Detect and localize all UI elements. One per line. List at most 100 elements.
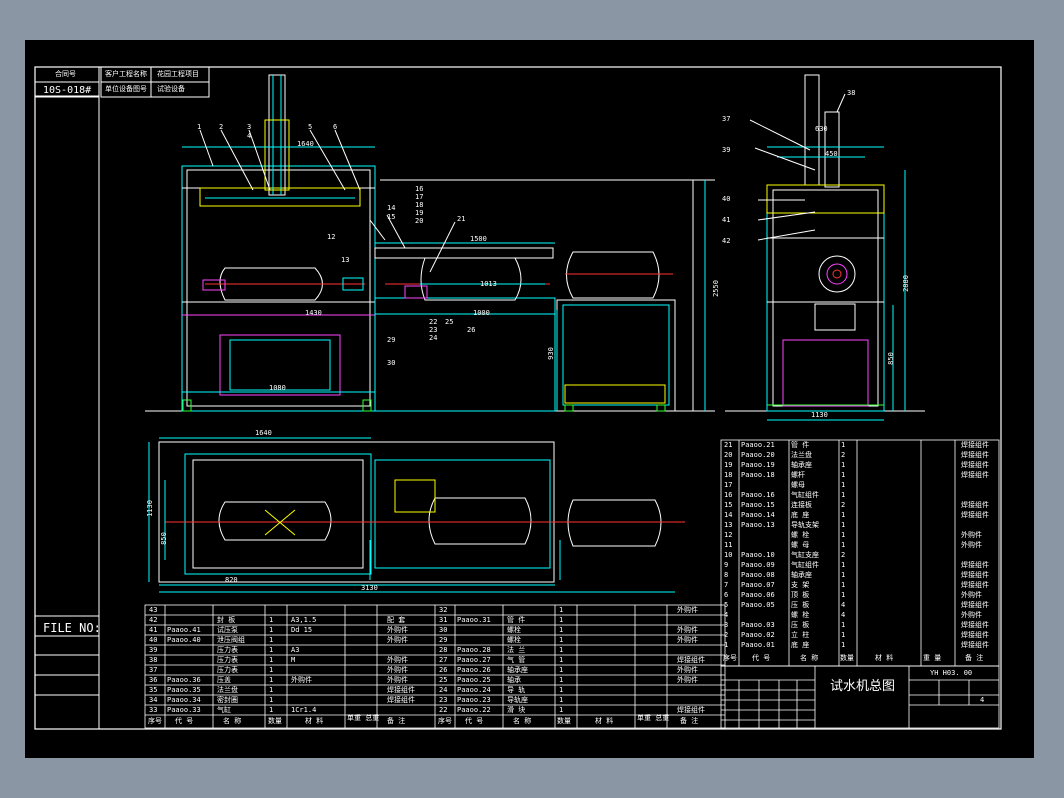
bom-row-code: Paaoo.40	[167, 636, 201, 644]
bom-row-material: A3,1.5	[291, 616, 317, 624]
bom-row-qty: 1	[841, 571, 846, 579]
bom-row-qty: 1	[841, 521, 846, 529]
bom-row-qty: 4	[841, 611, 846, 619]
dim-plan-width: 1640	[255, 429, 272, 437]
bom-row-qty: 1	[559, 706, 564, 714]
bom-row-material: A3	[291, 646, 300, 654]
bom-row-note: 外购件	[961, 531, 982, 539]
callout: 23	[429, 326, 438, 334]
cad-drawing	[34, 66, 1002, 730]
bom-row-name: 泄压阀组	[217, 636, 245, 644]
dim-plan-side-1: 1130	[145, 500, 154, 517]
bom-row-name: 滑 块	[507, 706, 526, 714]
bom-row-qty: 1	[559, 656, 564, 664]
bom-row-code: Paaoo.03	[741, 621, 775, 629]
bom-row-no: 14	[724, 511, 733, 519]
bom-row-note: 外购件	[677, 666, 698, 674]
bom-row-note: 外购件	[961, 591, 982, 599]
bom-row-name: 导轨座	[507, 696, 528, 704]
bom-row-name: 轴承座	[791, 461, 812, 469]
bom-row-no: 26	[439, 666, 448, 674]
bom-row-name: 螺杆	[791, 471, 805, 479]
callout: 6	[333, 123, 338, 131]
bom-row-qty: 2	[841, 501, 846, 509]
bom-row-name: 底 座	[791, 641, 810, 649]
bom-row-name: 封 板	[217, 616, 236, 624]
bom-row-qty: 1	[559, 666, 564, 674]
bom-row-no: 11	[724, 541, 733, 549]
bom-row-qty: 1	[269, 696, 274, 704]
dim-side-width: 1130	[811, 411, 828, 419]
bom-header-qty-3: 数量	[840, 654, 854, 662]
bom-row-no: 2	[724, 631, 729, 639]
bom-row-note: 焊接组件	[961, 621, 989, 629]
bom-row-name: 螺栓	[507, 636, 521, 644]
bom-row-name: 法 兰	[507, 646, 526, 654]
callout: 5	[308, 123, 313, 131]
dim-front-height: 2550	[711, 280, 720, 297]
bom-row-no: 8	[724, 571, 729, 579]
bom-row-name: 螺栓	[507, 626, 521, 634]
bom-row-code: Paaoo.09	[741, 561, 775, 569]
bom-row-note: 焊接组件	[387, 696, 415, 704]
callout: 17	[415, 193, 424, 201]
bom-row-no: 9	[724, 561, 729, 569]
dim-front-height-left: 930	[546, 347, 555, 360]
bom-row-qty: 1	[269, 656, 274, 664]
bom-row-note: 焊接组件	[961, 561, 989, 569]
bom-row-qty: 1	[841, 591, 846, 599]
callout: 39	[722, 146, 731, 154]
bom-row-name: 压 板	[791, 621, 810, 629]
bom-row-no: 17	[724, 481, 733, 489]
bom-row-no: 24	[439, 686, 448, 694]
bom-row-name: 压 板	[791, 601, 810, 609]
bom-row-note: 焊接组件	[961, 571, 989, 579]
bom-row-qty: 1	[841, 631, 846, 639]
bom-row-note: 外购件	[677, 606, 698, 614]
bom-row-code: Paaoo.18	[741, 471, 775, 479]
contract-number: 10S-018#	[43, 85, 92, 96]
unit-label: 单位设备图号	[105, 85, 147, 93]
bom-row-note: 焊接组件	[961, 601, 989, 609]
bom-row-code: Paaoo.07	[741, 581, 775, 589]
bom-row-name: 导 轨	[507, 686, 526, 694]
bom-row-code: Paaoo.33	[167, 706, 201, 714]
bom-row-no: 31	[439, 616, 448, 624]
bom-row-qty: 1	[559, 686, 564, 694]
bom-row-code: Paaoo.15	[741, 501, 775, 509]
bom-row-note: 焊接组件	[961, 631, 989, 639]
bom-row-no: 16	[724, 491, 733, 499]
bom-row-name: 螺 栓	[791, 611, 810, 619]
callout: 2	[219, 123, 224, 131]
bom-row-note: 焊接组件	[961, 461, 989, 469]
callout: 26	[467, 326, 476, 334]
bom-row-name: 气缸组件	[791, 491, 819, 499]
bom-row-code: Paaoo.41	[167, 626, 201, 634]
bom-row-name: 压盖	[217, 676, 231, 684]
bom-row-note: 焊接组件	[387, 686, 415, 694]
bom-row-no: 22	[439, 706, 448, 714]
bom-header-code-2: 代 号	[465, 717, 484, 725]
bom-row-qty: 1	[841, 511, 846, 519]
drawing-number: YH H03. 00	[930, 669, 973, 677]
bom-row-name: 压力表	[217, 646, 238, 654]
bom-header-code: 代 号	[175, 717, 194, 725]
customer-label: 客户工程名称	[105, 70, 147, 78]
bom-row-no: 5	[724, 601, 729, 609]
bom-row-note: 焊接组件	[961, 471, 989, 479]
bom-row-qty: 1	[269, 686, 274, 694]
bom-row-name: 底 座	[791, 511, 810, 519]
bom-row-name: 螺 栓	[791, 531, 810, 539]
bom-row-no: 28	[439, 646, 448, 654]
drawing-title: 试水机总图	[830, 679, 896, 694]
bom-row-note: 外购件	[677, 676, 698, 684]
bom-row-note: 焊接组件	[961, 451, 989, 459]
bom-row-name: 轴承座	[791, 571, 812, 579]
bom-row-code: Paaoo.01	[741, 641, 775, 649]
bom-row-name: 顶 板	[791, 591, 810, 599]
dim-front-top: 1640	[297, 140, 314, 148]
bom-row-note: 外购件	[387, 636, 408, 644]
bom-row-no: 21	[724, 441, 733, 449]
bom-row-no: 10	[724, 551, 733, 559]
bom-header-no: 序号	[148, 717, 162, 725]
